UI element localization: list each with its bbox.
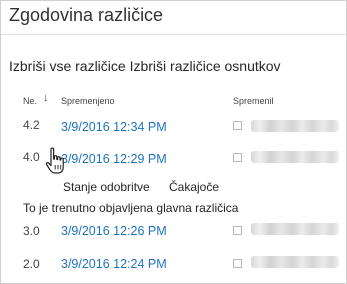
row-checkbox[interactable] (233, 259, 242, 268)
row-checkbox[interactable] (233, 121, 242, 130)
version-number: 3.0 (23, 224, 40, 238)
approval-status-value: Čakajoče (169, 180, 220, 194)
version-date-link[interactable]: 3/9/2016 12:29 PM (61, 152, 167, 166)
version-number: 4.2 (23, 118, 40, 132)
version-date-link[interactable]: 3/9/2016 12:26 PM (61, 224, 167, 238)
redacted-author (251, 151, 339, 163)
title-divider (1, 34, 346, 35)
version-number: 2.0 (23, 257, 40, 271)
column-header-modified-by[interactable]: Spremenil (233, 96, 274, 106)
hand-pointer-icon (45, 147, 64, 174)
actions-bar: Izbriši vse različice Izbriši različice … (9, 58, 281, 74)
column-header-modified[interactable]: Spremenjeno (61, 96, 115, 106)
published-version-note: To je trenutno objavljena glavna različi… (23, 201, 239, 215)
column-header-no[interactable]: Ne. (23, 96, 37, 106)
redacted-author (251, 223, 339, 235)
delete-draft-versions-link[interactable]: Izbriši različice osnutkov (130, 58, 281, 74)
row-checkbox[interactable] (233, 226, 242, 235)
version-date-link[interactable]: 3/9/2016 12:34 PM (61, 120, 167, 134)
version-number: 4.0 (23, 150, 40, 164)
redacted-author (251, 120, 339, 132)
delete-all-versions-link[interactable]: Izbriši vse različice (9, 58, 126, 74)
dialog-title: Zgodovina različice (9, 5, 164, 25)
sort-descending-icon[interactable]: ↓ (43, 92, 49, 104)
row-checkbox[interactable] (233, 153, 242, 162)
approval-status-label: Stanje odobritve (63, 180, 150, 194)
version-date-link[interactable]: 3/9/2016 12:24 PM (61, 257, 167, 271)
redacted-author (251, 256, 339, 268)
version-history-dialog: Zgodovina različice Izbriši vse različic… (0, 0, 347, 284)
